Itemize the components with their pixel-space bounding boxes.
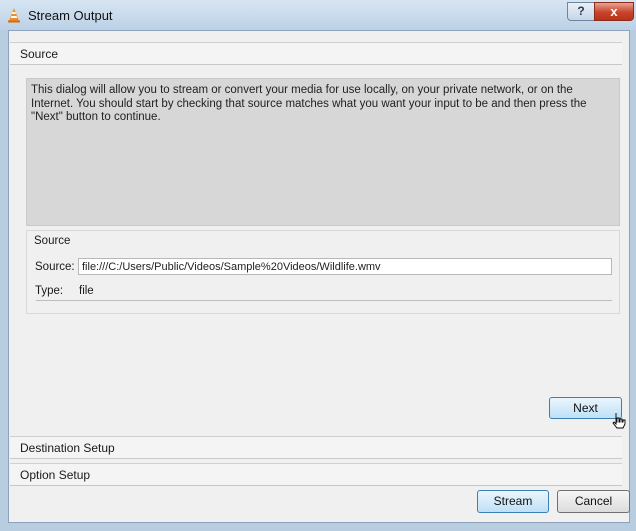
source-label: Source: <box>35 261 75 273</box>
stream-output-window: Stream Output ? x Source This dialog wil… <box>0 0 636 531</box>
help-button[interactable]: ? <box>567 2 595 21</box>
info-panel: This dialog will allow you to stream or … <box>26 78 620 226</box>
source-section-title: Source <box>20 47 59 61</box>
stream-button[interactable]: Stream <box>477 490 549 513</box>
source-group-title: Source <box>34 235 71 247</box>
vlc-cone-icon <box>8 8 20 23</box>
type-value: file <box>79 285 94 297</box>
title-bar[interactable]: Stream Output ? x <box>0 0 636 30</box>
destination-setup-title: Destination Setup <box>20 441 115 455</box>
window-title: Stream Output <box>28 8 113 23</box>
option-setup-header[interactable]: Option Setup <box>10 463 622 486</box>
source-input[interactable] <box>78 258 612 275</box>
type-label: Type: <box>35 285 64 297</box>
close-button[interactable]: x <box>594 2 634 21</box>
mouse-pointer-icon <box>612 413 626 429</box>
destination-setup-header[interactable]: Destination Setup <box>10 436 622 459</box>
option-setup-title: Option Setup <box>20 468 91 482</box>
source-section-header[interactable]: Source <box>10 42 622 65</box>
group-separator <box>36 300 612 301</box>
cancel-button[interactable]: Cancel <box>557 490 630 513</box>
info-text: This dialog will allow you to stream or … <box>31 84 587 123</box>
